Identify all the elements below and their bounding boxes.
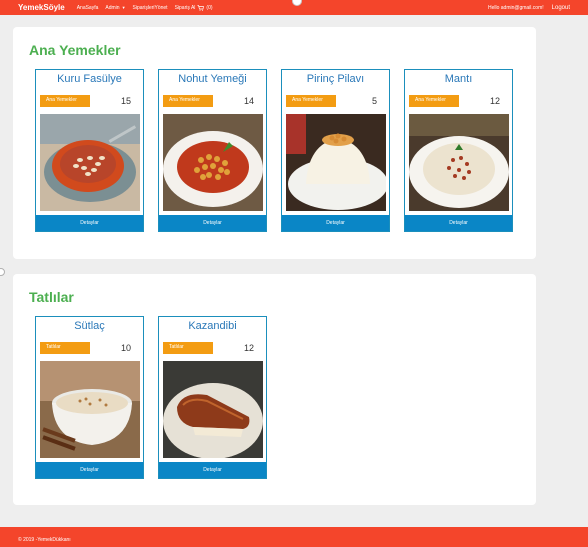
food-photo xyxy=(286,114,386,211)
footer: © 2019 -YemekDükkanı xyxy=(0,527,588,547)
nav-link-take-order-label: Sipariş Al xyxy=(174,4,196,11)
card-title: Nohut Yemeği xyxy=(178,73,247,85)
section-title: Tatlılar xyxy=(29,289,74,305)
details-button[interactable]: Detaylar xyxy=(282,215,389,231)
category-badge: Tatlılar xyxy=(163,342,213,354)
details-button[interactable]: Detaylar xyxy=(36,215,143,231)
section-title: Ana Yemekler xyxy=(29,42,121,58)
category-badge: Tatlılar xyxy=(40,342,90,354)
stock-count: 14 xyxy=(243,96,254,106)
stock-count: 5 xyxy=(371,96,377,106)
details-button[interactable]: Detaylar xyxy=(405,215,512,231)
cart-count: (0) xyxy=(206,4,213,11)
product-card-nohut-yemegi: Nohut Yemeği Ana Yemekler 14 Detaylar xyxy=(158,69,267,232)
nav-link-admin[interactable]: Admin ▼ xyxy=(105,5,125,11)
category-badge: Ana Yemekler xyxy=(286,95,336,107)
stock-count: 12 xyxy=(489,96,500,106)
details-button[interactable]: Detaylar xyxy=(159,462,266,478)
category-badge: Ana Yemekler xyxy=(409,95,459,107)
side-circle-icon xyxy=(0,268,5,276)
logout-link[interactable]: Logout xyxy=(552,5,570,11)
stock-count: 10 xyxy=(120,343,131,353)
food-photo xyxy=(163,361,263,458)
card-title: Mantı xyxy=(444,73,473,85)
details-button[interactable]: Detaylar xyxy=(36,462,143,478)
card-title: Sütlaç xyxy=(74,320,105,332)
brand-logo[interactable]: YemekSöyle xyxy=(18,3,65,12)
product-card-kuru-fasulye: Kuru Fasülye Ana Yemekler 15 Detaylar xyxy=(35,69,144,232)
card-title: Pirinç Pilavı xyxy=(306,73,365,85)
stock-count: 15 xyxy=(120,96,131,106)
category-badge: Ana Yemekler xyxy=(163,95,213,107)
product-card-sutlac: Sütlaç Tatlılar 10 Detaylar xyxy=(35,316,144,479)
section-desserts: Tatlılar Sütlaç Tatlılar 10 Detaylar Kaz… xyxy=(13,274,536,505)
nav-right: Hello admin@gmail.com! Logout xyxy=(488,5,570,11)
product-card-manti: Mantı Ana Yemekler 12 Detaylar xyxy=(404,69,513,232)
stock-count: 12 xyxy=(243,343,254,353)
user-email-link[interactable]: Hello admin@gmail.com! xyxy=(488,5,544,11)
food-photo xyxy=(409,114,509,211)
nav-link-home[interactable]: AnaSayfa xyxy=(77,5,99,11)
food-photo xyxy=(163,114,263,211)
card-title: Kazandibi xyxy=(188,320,237,332)
product-card-kazandibi: Kazandibi Tatlılar 12 Detaylar xyxy=(158,316,267,479)
product-card-pirinc-pilavi: Pirinç Pilavı Ana Yemekler 5 Detaylar xyxy=(281,69,390,232)
nav-link-take-order[interactable]: Sipariş Al (0) xyxy=(175,5,213,11)
category-badge: Ana Yemekler xyxy=(40,95,90,107)
nav-link-admin-label: Admin xyxy=(105,4,120,11)
food-photo xyxy=(40,361,140,458)
section-main-dishes: Ana Yemekler Kuru Fasülye Ana Yemekler 1… xyxy=(13,27,536,259)
chevron-down-icon: ▼ xyxy=(121,5,126,10)
food-photo xyxy=(40,114,140,211)
card-title: Kuru Fasülye xyxy=(57,73,122,85)
cart-icon xyxy=(197,4,205,11)
details-button[interactable]: Detaylar xyxy=(159,215,266,231)
footer-copyright: © 2019 -YemekDükkanı xyxy=(18,537,71,543)
nav-link-manage-orders[interactable]: SiparişleriYönet xyxy=(133,5,168,11)
